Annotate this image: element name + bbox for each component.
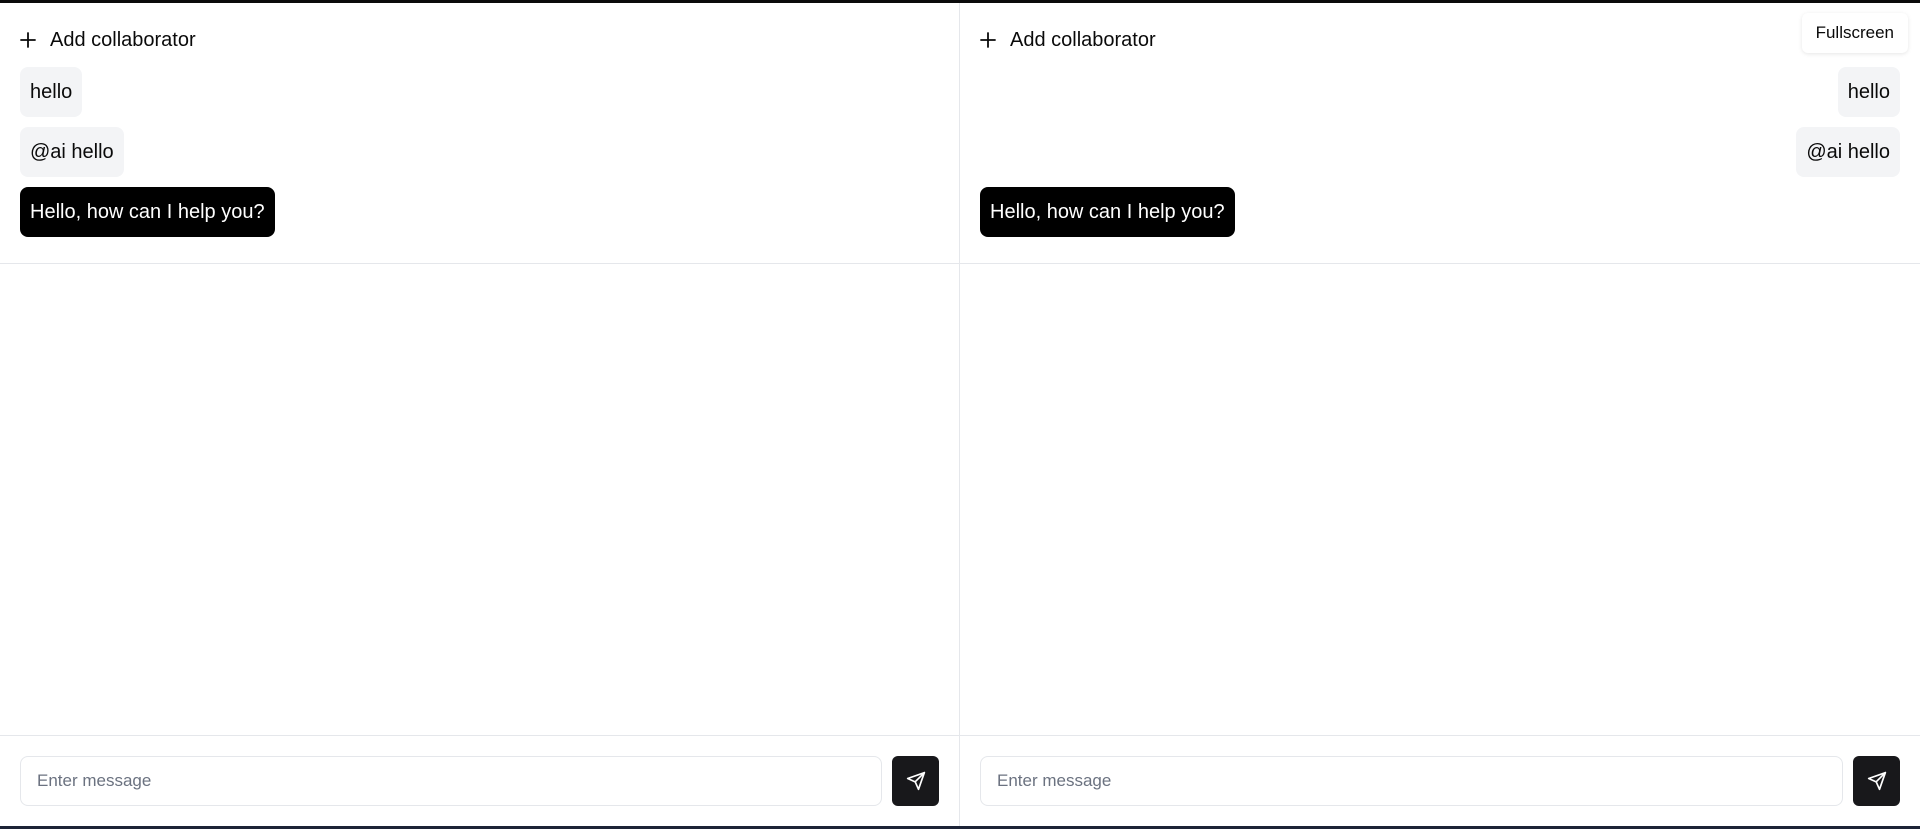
add-collaborator-button[interactable]: Add collaborator <box>20 25 196 55</box>
fullscreen-button[interactable]: Fullscreen <box>1801 13 1908 53</box>
chat-empty-area <box>960 264 1920 735</box>
add-collaborator-label: Add collaborator <box>1010 28 1156 51</box>
user-message: hello <box>1837 67 1900 117</box>
plus-icon <box>980 32 996 48</box>
composer <box>960 735 1920 826</box>
chat-header-area: Add collaborator hello @ai hello Hello, … <box>0 3 959 264</box>
plus-icon <box>20 32 36 48</box>
user-message: @ai hello <box>1796 127 1900 177</box>
send-icon <box>1867 771 1886 791</box>
ai-message: Hello, how can I help you? <box>980 187 1235 237</box>
app-root: Add collaborator hello @ai hello Hello, … <box>0 0 1920 829</box>
user-message: hello <box>20 67 83 117</box>
composer <box>0 735 959 826</box>
chat-pane-right: Add collaborator hello @ai hello Hello, … <box>960 3 1920 826</box>
send-icon <box>906 771 925 791</box>
message-list: hello @ai hello Hello, how can I help yo… <box>20 67 939 237</box>
send-button[interactable] <box>892 756 939 806</box>
add-collaborator-label: Add collaborator <box>50 28 196 51</box>
message-input[interactable] <box>20 756 882 806</box>
add-collaborator-button[interactable]: Add collaborator <box>980 25 1156 55</box>
user-message: @ai hello <box>20 127 124 177</box>
chat-pane-left: Add collaborator hello @ai hello Hello, … <box>0 3 960 826</box>
send-button[interactable] <box>1853 756 1900 806</box>
ai-message: Hello, how can I help you? <box>20 187 275 237</box>
chat-empty-area <box>0 264 959 735</box>
message-list: hello @ai hello Hello, how can I help yo… <box>980 67 1900 237</box>
message-input[interactable] <box>980 756 1843 806</box>
chat-header-area: Add collaborator hello @ai hello Hello, … <box>960 3 1920 264</box>
